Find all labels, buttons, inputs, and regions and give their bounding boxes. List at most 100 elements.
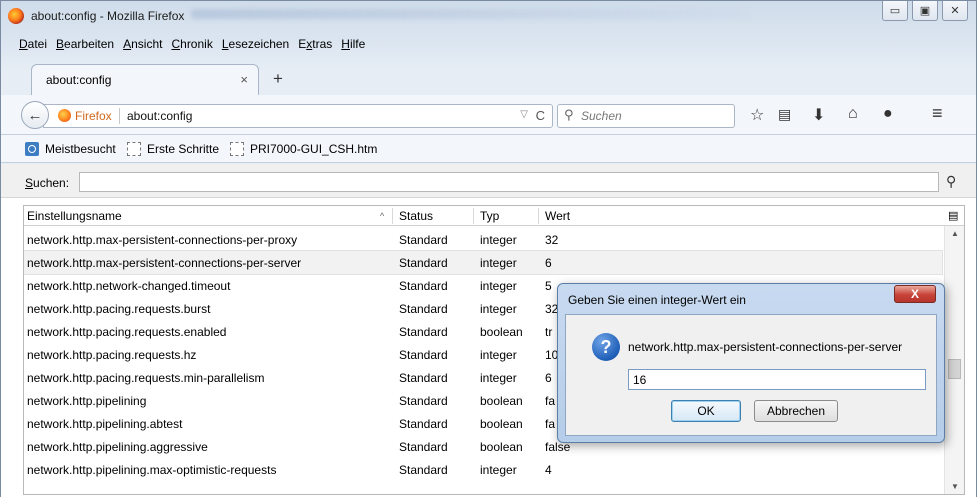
column-divider[interactable] xyxy=(473,208,474,224)
bookmark-folder-icon xyxy=(25,142,39,156)
page-icon xyxy=(230,142,244,156)
vertical-scrollbar[interactable]: ▲ ▼ xyxy=(944,226,964,494)
tab-close-icon[interactable]: × xyxy=(240,72,248,87)
pref-type: integer xyxy=(480,279,517,293)
search-placeholder: Suchen xyxy=(581,109,622,123)
pref-status: Standard xyxy=(399,233,448,247)
home-icon[interactable]: ⌂ xyxy=(848,105,858,123)
reading-list-icon[interactable]: ▤ xyxy=(778,106,791,123)
table-row-selected[interactable]: network.http.max-persistent-connections-… xyxy=(24,250,943,275)
pref-type: integer xyxy=(480,233,517,247)
dialog-prompt: network.http.max-persistent-connections-… xyxy=(628,340,903,354)
menu-bearbeiten[interactable]: Bearbeiten xyxy=(56,37,114,51)
pref-name: network.http.pacing.requests.hz xyxy=(27,348,197,362)
identity-label: Firefox xyxy=(75,109,112,123)
title-bar: about:config - Mozilla Firefox ▭ ▣ ✕ xyxy=(1,1,976,31)
navigation-bar: Firefox about:config ▽ C ← ⚲ Suchen ☆ ▤ … xyxy=(1,95,976,135)
chat-icon[interactable]: ● xyxy=(883,105,893,123)
config-search-input[interactable] xyxy=(79,172,939,192)
pref-status: Standard xyxy=(399,417,448,431)
pref-status: Standard xyxy=(399,371,448,385)
pref-value: fa xyxy=(545,394,556,408)
bookmark-meistbesucht[interactable]: Meistbesucht xyxy=(25,142,116,156)
column-header-type[interactable]: Typ xyxy=(480,209,499,223)
menu-extras[interactable]: Extras xyxy=(298,37,332,51)
pref-type: boolean xyxy=(480,394,523,408)
pref-status: Standard xyxy=(399,302,448,316)
pref-type: integer xyxy=(480,256,517,270)
pref-name: network.http.max-persistent-connections-… xyxy=(27,256,302,270)
scroll-down-icon[interactable]: ▼ xyxy=(951,482,959,491)
column-picker-icon[interactable]: ▤ xyxy=(948,209,958,222)
integer-value-input[interactable]: 16 xyxy=(628,369,926,390)
back-button[interactable]: ← xyxy=(21,101,49,129)
search-icon: ⚲ xyxy=(564,107,574,122)
search-icon[interactable]: ⚲ xyxy=(946,173,956,190)
pref-status: Standard xyxy=(399,394,448,408)
column-header-value[interactable]: Wert xyxy=(545,209,570,223)
pref-status: Standard xyxy=(399,348,448,362)
sort-ascending-icon: ^ xyxy=(380,211,385,221)
dialog-close-button[interactable]: X xyxy=(894,285,936,303)
url-bar[interactable]: Firefox about:config ▽ C xyxy=(43,104,553,128)
pref-name: network.http.pipelining xyxy=(27,394,147,408)
scroll-up-icon[interactable]: ▲ xyxy=(951,229,959,238)
reload-icon[interactable]: C xyxy=(536,108,545,123)
window-title: about:config - Mozilla Firefox xyxy=(31,9,185,23)
pref-type: integer xyxy=(480,463,517,477)
dialog-body: ? network.http.max-persistent-connection… xyxy=(565,314,937,436)
menu-ansicht[interactable]: Ansicht xyxy=(123,37,162,51)
bookmark-erste-schritte[interactable]: Erste Schritte xyxy=(127,142,219,156)
new-tab-icon[interactable]: + xyxy=(273,69,283,89)
bookmark-label: Erste Schritte xyxy=(147,142,220,156)
pref-value: 6 xyxy=(545,371,552,385)
bookmark-pri7000[interactable]: PRI7000-GUI_CSH.htm xyxy=(230,142,377,156)
menu-lesezeichen[interactable]: Lesezeichen xyxy=(222,37,289,51)
pref-type: integer xyxy=(480,348,517,362)
url-text[interactable]: about:config xyxy=(127,109,192,123)
pref-type: boolean xyxy=(480,417,523,431)
background-window-blur xyxy=(191,9,751,19)
pref-name: network.http.max-persistent-connections-… xyxy=(27,233,298,247)
maximize-button[interactable]: ▣ xyxy=(912,1,938,21)
pref-type: integer xyxy=(480,302,517,316)
table-row[interactable]: network.http.pipelining.max-optimistic-r… xyxy=(24,458,942,481)
table-row[interactable]: network.http.max-persistent-connections-… xyxy=(24,228,942,251)
menu-datei[interactable]: Datei xyxy=(19,37,47,51)
cancel-button[interactable]: Abbrechen xyxy=(754,400,838,422)
tab-about-config[interactable]: about:config × xyxy=(31,64,259,95)
bookmark-label: PRI7000-GUI_CSH.htm xyxy=(250,142,378,156)
pref-type: boolean xyxy=(480,440,523,454)
menu-hilfe[interactable]: Hilfe xyxy=(341,37,365,51)
column-divider[interactable] xyxy=(538,208,539,224)
web-search-input[interactable]: ⚲ Suchen xyxy=(557,104,735,128)
close-window-button[interactable]: ✕ xyxy=(942,1,968,21)
download-icon[interactable]: ⬇ xyxy=(812,105,825,125)
dialog-title: Geben Sie einen integer-Wert ein xyxy=(568,293,746,307)
config-search-row: Suchen: ⚲ xyxy=(1,164,976,198)
menu-chronik[interactable]: Chronik xyxy=(171,37,212,51)
menu-icon[interactable]: ≡ xyxy=(932,103,943,124)
pref-status: Standard xyxy=(399,325,448,339)
column-header-status[interactable]: Status xyxy=(399,209,433,223)
pref-status: Standard xyxy=(399,279,448,293)
pref-type: boolean xyxy=(480,325,523,339)
pref-value: 6 xyxy=(545,256,552,270)
menu-bar: Datei Bearbeiten Ansicht Chronik Lesezei… xyxy=(19,37,374,51)
pref-name: network.http.pacing.requests.burst xyxy=(27,302,211,316)
scroll-thumb[interactable] xyxy=(948,359,961,379)
page-icon xyxy=(127,142,141,156)
tab-strip: about:config × + xyxy=(1,59,976,95)
column-header-name[interactable]: Einstellungsname xyxy=(27,209,122,223)
tab-label: about:config xyxy=(46,73,112,87)
pref-name: network.http.pacing.requests.enabled xyxy=(27,325,227,339)
ok-button[interactable]: OK xyxy=(671,400,741,422)
pref-value: tr xyxy=(545,325,553,339)
pref-name: network.http.pacing.requests.min-paralle… xyxy=(27,371,265,385)
url-dropdown-icon[interactable]: ▽ xyxy=(520,109,528,120)
integer-input-dialog: Geben Sie einen integer-Wert ein X ? net… xyxy=(557,283,945,443)
minimize-button[interactable]: ▭ xyxy=(882,1,908,21)
question-icon: ? xyxy=(592,333,620,361)
star-icon[interactable]: ☆ xyxy=(750,105,764,125)
column-divider[interactable] xyxy=(392,208,393,224)
